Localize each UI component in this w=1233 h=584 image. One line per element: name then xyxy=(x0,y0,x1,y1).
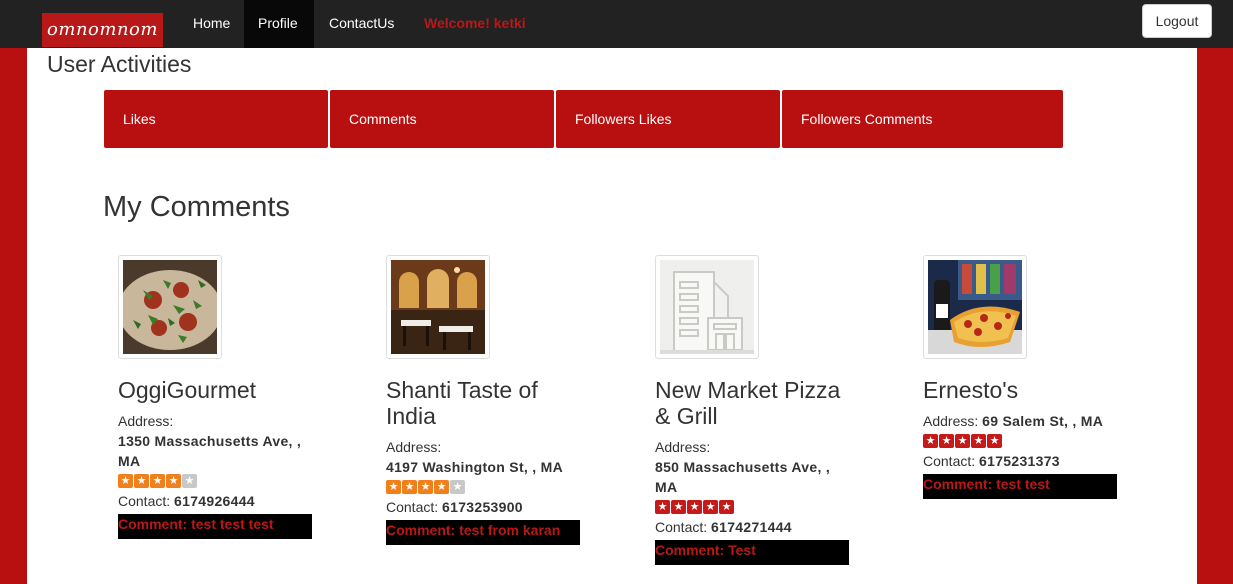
contact: Contact: 6174926444 xyxy=(118,492,318,510)
welcome-text: Welcome! ketki xyxy=(424,15,526,31)
restaurant-thumbnail[interactable] xyxy=(386,255,490,359)
pizza-beer-photo-icon xyxy=(928,260,1022,354)
tab-followers-comments[interactable]: Followers Comments xyxy=(782,90,1063,148)
star-icon: ★ xyxy=(434,480,449,494)
contact: Contact: 6174271444 xyxy=(655,518,855,536)
contact-label: Contact: xyxy=(655,519,708,535)
restaurant-card: Shanti Taste of India Address: 4197 Wash… xyxy=(386,255,586,545)
address-value: 850 Massachusetts Ave, , MA xyxy=(655,459,831,495)
comment-text: Comment: test from karan xyxy=(386,520,580,545)
section-title: My Comments xyxy=(103,191,290,223)
star-icon: ★ xyxy=(150,474,165,488)
main-content: User Activities Likes Comments Followers… xyxy=(27,48,1197,584)
tab-comments[interactable]: Comments xyxy=(330,90,554,148)
restaurant-name[interactable]: Shanti Taste of India xyxy=(386,377,586,429)
star-icon: ★ xyxy=(418,480,433,494)
restaurant-name[interactable]: OggiGourmet xyxy=(118,377,318,403)
page-title: User Activities xyxy=(47,51,192,77)
contact: Contact: 6173253900 xyxy=(386,498,586,516)
address-value: 1350 Massachusetts Ave, , MA xyxy=(118,433,302,469)
star-icon: ★ xyxy=(134,474,149,488)
address: Address: 69 Salem St, , MA xyxy=(923,411,1123,431)
star-icon: ★ xyxy=(987,434,1002,448)
contact-label: Contact: xyxy=(923,453,976,469)
comment-text: Comment: test test test xyxy=(118,514,312,539)
contact-label: Contact: xyxy=(386,499,439,515)
building-placeholder-icon xyxy=(660,260,754,354)
restaurant-card: New Market Pizza & Grill Address: 850 Ma… xyxy=(655,255,855,565)
logout-button[interactable]: Logout xyxy=(1142,4,1212,38)
restaurant-name[interactable]: Ernesto's xyxy=(923,377,1123,403)
star-icon: ★ xyxy=(955,434,970,448)
contact-number: 6173253900 xyxy=(442,499,523,515)
address-label: Address: xyxy=(923,413,979,429)
contact-number: 6175231373 xyxy=(979,453,1060,469)
star-icon: ★ xyxy=(386,480,401,494)
pizza-photo-icon xyxy=(123,260,217,354)
brand-logo[interactable]: omnomnom xyxy=(42,13,163,47)
comment-text: Comment: test test xyxy=(923,474,1117,499)
star-icon: ★ xyxy=(971,434,986,448)
address-label: Address: xyxy=(655,439,711,455)
star-rating: ★ ★ ★ ★ ★ xyxy=(118,474,318,490)
star-icon: ★ xyxy=(118,474,133,488)
tab-likes[interactable]: Likes xyxy=(104,90,328,148)
star-rating: ★ ★ ★ ★ ★ xyxy=(923,434,1123,450)
comment-text: Comment: Test xyxy=(655,540,849,565)
star-icon: ★ xyxy=(402,480,417,494)
star-icon: ★ xyxy=(719,500,734,514)
star-icon: ★ xyxy=(655,500,670,514)
nav-contactus[interactable]: ContactUs xyxy=(315,0,408,48)
star-icon: ★ xyxy=(923,434,938,448)
star-icon: ★ xyxy=(166,474,181,488)
contact-number: 6174271444 xyxy=(711,519,792,535)
address: Address: 1350 Massachusetts Ave, , MA xyxy=(118,411,318,471)
star-icon: ★ xyxy=(671,500,686,514)
address: Address: 850 Massachusetts Ave, , MA xyxy=(655,437,855,497)
restaurant-thumbnail[interactable] xyxy=(655,255,759,359)
star-rating: ★ ★ ★ ★ ★ xyxy=(655,500,855,516)
tab-followers-likes[interactable]: Followers Likes xyxy=(556,90,780,148)
contact-label: Contact: xyxy=(118,493,171,509)
restaurant-card: Ernesto's Address: 69 Salem St, , MA ★ ★… xyxy=(923,255,1123,499)
nav-profile[interactable]: Profile xyxy=(244,0,314,48)
star-icon: ★ xyxy=(939,434,954,448)
navbar: omnomnom Home Profile ContactUs Welcome!… xyxy=(0,0,1233,48)
address-value: 69 Salem St, , MA xyxy=(982,413,1104,429)
address-value: 4197 Washington St, , MA xyxy=(386,459,564,475)
restaurant-interior-photo-icon xyxy=(391,260,485,354)
star-icon: ★ xyxy=(703,500,718,514)
address-label: Address: xyxy=(386,439,442,455)
address-label: Address: xyxy=(118,413,174,429)
star-empty-icon: ★ xyxy=(450,480,465,494)
contact-number: 6174926444 xyxy=(174,493,255,509)
restaurant-name[interactable]: New Market Pizza & Grill xyxy=(655,377,855,429)
contact: Contact: 6175231373 xyxy=(923,452,1123,470)
restaurant-thumbnail[interactable] xyxy=(923,255,1027,359)
address: Address: 4197 Washington St, , MA xyxy=(386,437,586,477)
restaurant-thumbnail[interactable] xyxy=(118,255,222,359)
nav-home[interactable]: Home xyxy=(179,0,244,48)
star-icon: ★ xyxy=(687,500,702,514)
restaurant-card: OggiGourmet Address: 1350 Massachusetts … xyxy=(118,255,318,539)
star-rating: ★ ★ ★ ★ ★ xyxy=(386,480,586,496)
star-empty-icon: ★ xyxy=(182,474,197,488)
